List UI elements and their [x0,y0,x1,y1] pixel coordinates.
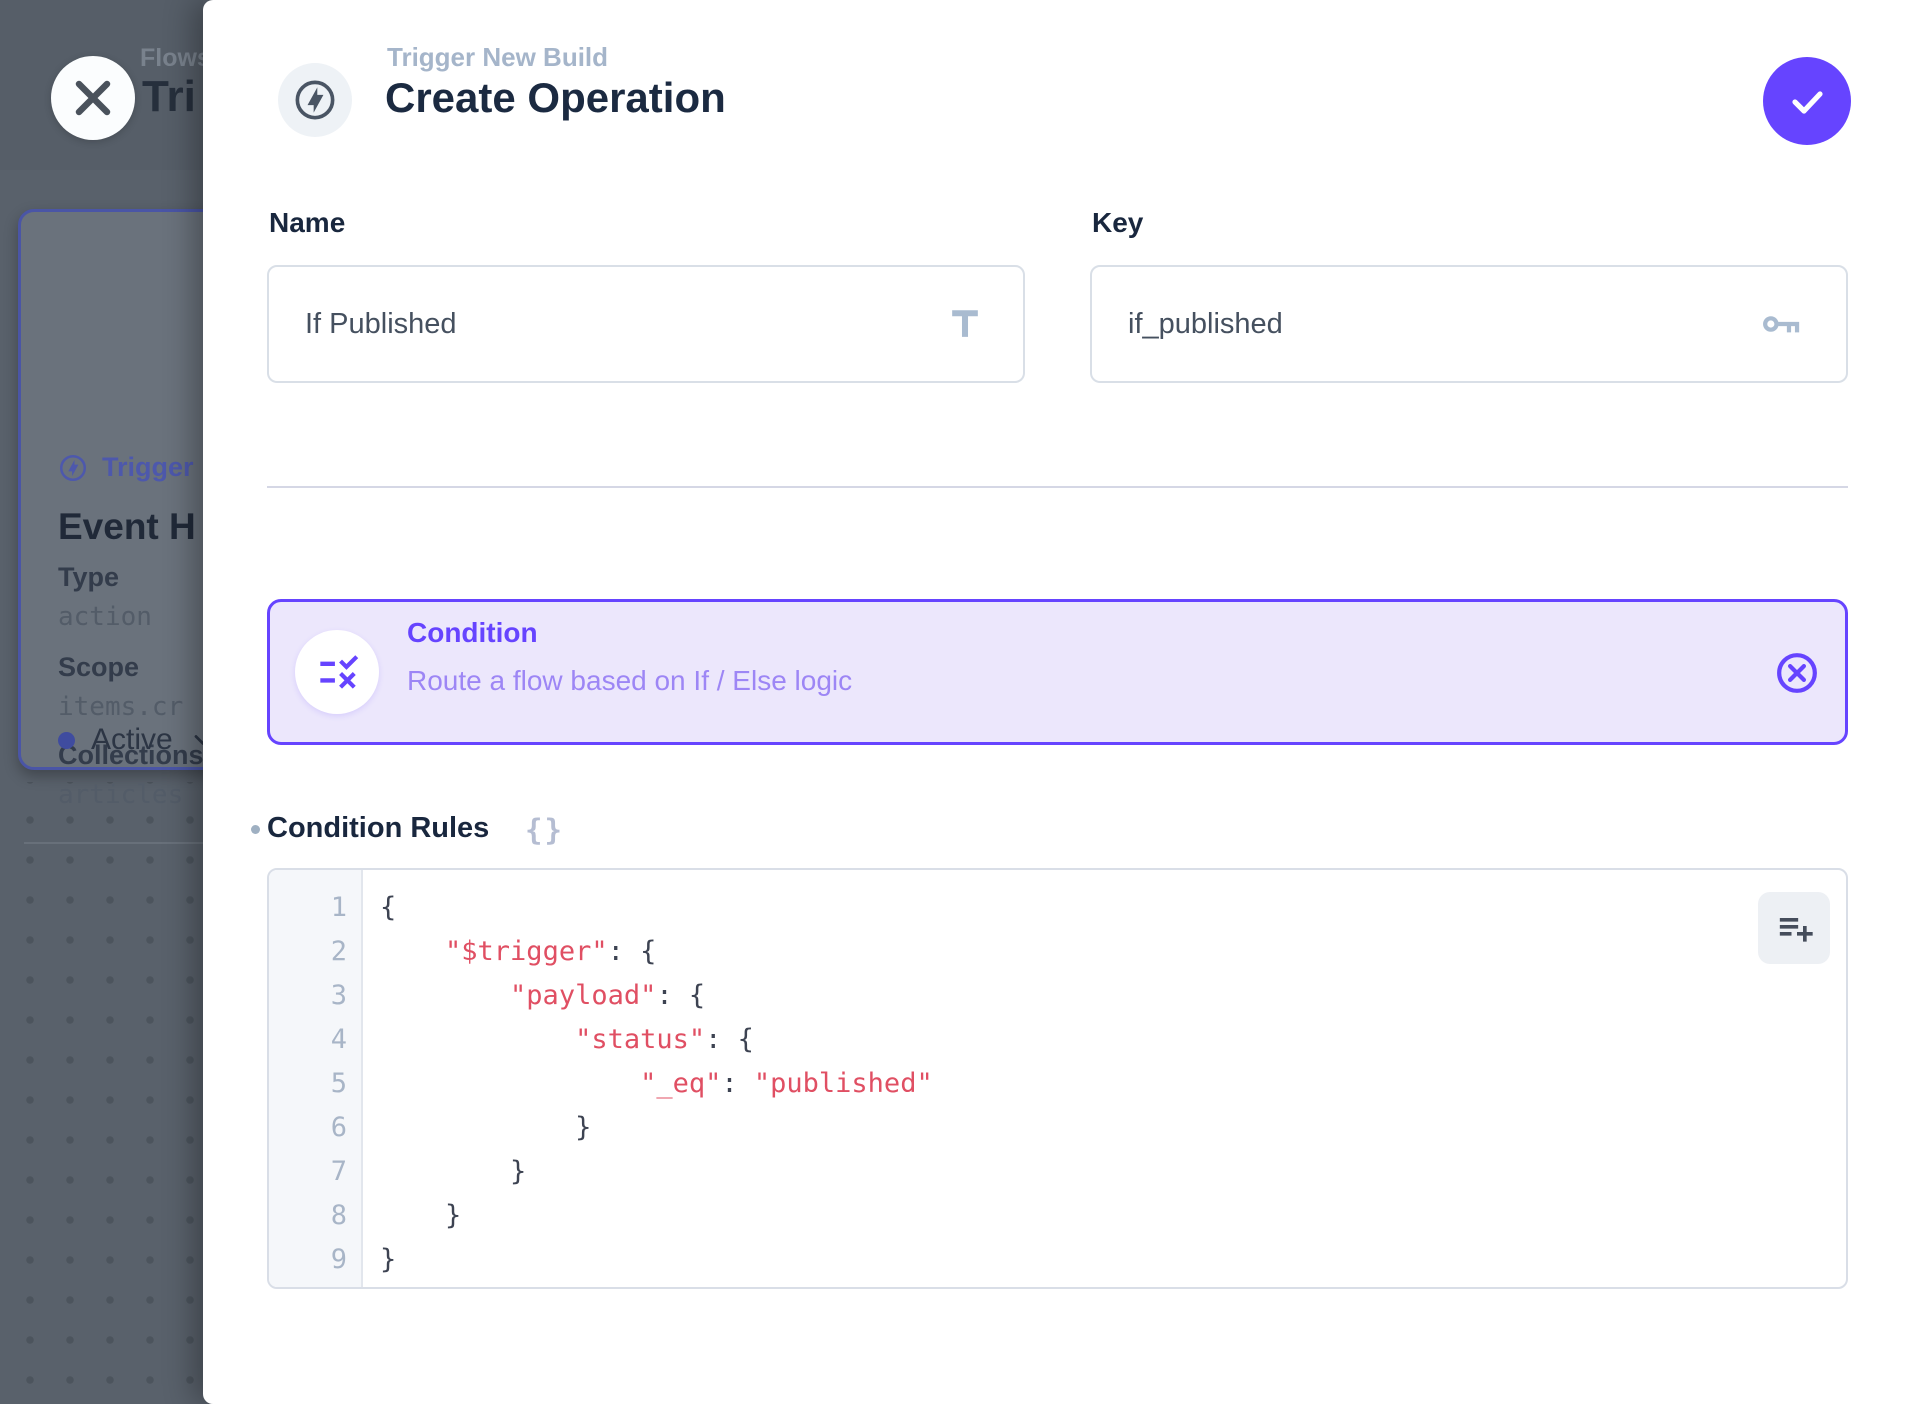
expand-editor-button[interactable] [1758,892,1830,964]
code-line: "status": { [380,1018,1846,1062]
save-operation-button[interactable] [1763,57,1851,145]
code-line: } [380,1150,1846,1194]
field-value-collections: articles [58,780,183,810]
dimmed-background-page: Flows Tri Trigger Event H Type action Sc… [0,0,203,1404]
trigger-panel-header: Trigger [58,452,194,483]
rule-icon [312,647,362,697]
remove-condition-button[interactable] [1774,650,1820,696]
offline-bolt-icon [292,77,338,123]
code-line: "_eq": "published" [380,1062,1846,1106]
chevron-down-icon [189,726,203,754]
code-line: } [380,1194,1846,1238]
code-line: } [380,1106,1846,1150]
field-value-type: action [58,602,152,632]
code-lines: { "$trigger": { "payload": { "status": {… [363,870,1846,1287]
condition-rules-code-editor[interactable]: 123456789 { "$trigger": { "payload": { "… [267,868,1848,1289]
status-dot [58,732,75,749]
card-divider [24,842,203,844]
status-row[interactable]: Active [58,723,203,757]
trigger-card-title: Event H [58,506,196,548]
create-operation-drawer: Trigger New Build Create Operation Name … [203,0,1906,1404]
field-label-scope: Scope [58,652,139,683]
close-icon [73,78,113,118]
trigger-panel-label: Trigger [102,452,194,483]
code-gutter: 123456789 [269,870,363,1287]
breadcrumb: Flows [140,44,203,73]
screen: Flows Tri Trigger Event H Type action Sc… [0,0,1906,1404]
condition-panel-title: Condition [407,617,538,649]
dotted-canvas-background [0,782,203,1404]
condition-icon-badge [295,630,379,714]
field-value-scope: items.cr [58,692,183,722]
close-drawer-button[interactable] [51,56,135,140]
condition-rules-label: Condition Rules [267,812,489,845]
code-line: { [380,886,1846,930]
field-label-type: Type [58,562,119,593]
check-icon [1786,80,1828,122]
name-input[interactable] [267,265,1025,383]
code-line: "$trigger": { [380,930,1846,974]
key-input[interactable] [1090,265,1848,383]
json-type-icon: {} [525,813,564,847]
cancel-circle-icon [1774,650,1820,696]
name-field-label: Name [269,207,345,239]
bolt-circle-icon [58,453,88,483]
page-title: Tri [142,72,196,122]
key-field-label: Key [1092,207,1143,239]
playlist-add-icon [1774,908,1814,948]
code-line: } [380,1238,1846,1282]
drawer-title: Create Operation [385,74,726,122]
required-dot [251,825,260,834]
section-divider [267,486,1848,488]
status-label: Active [91,723,173,757]
operation-icon-badge [278,63,352,137]
drawer-breadcrumb: Trigger New Build [387,42,608,73]
condition-panel-subtitle: Route a flow based on If / Else logic [407,665,852,697]
trigger-panel-card[interactable]: Trigger Event H Type action Scope items.… [18,209,203,770]
code-line: "payload": { [380,974,1846,1018]
